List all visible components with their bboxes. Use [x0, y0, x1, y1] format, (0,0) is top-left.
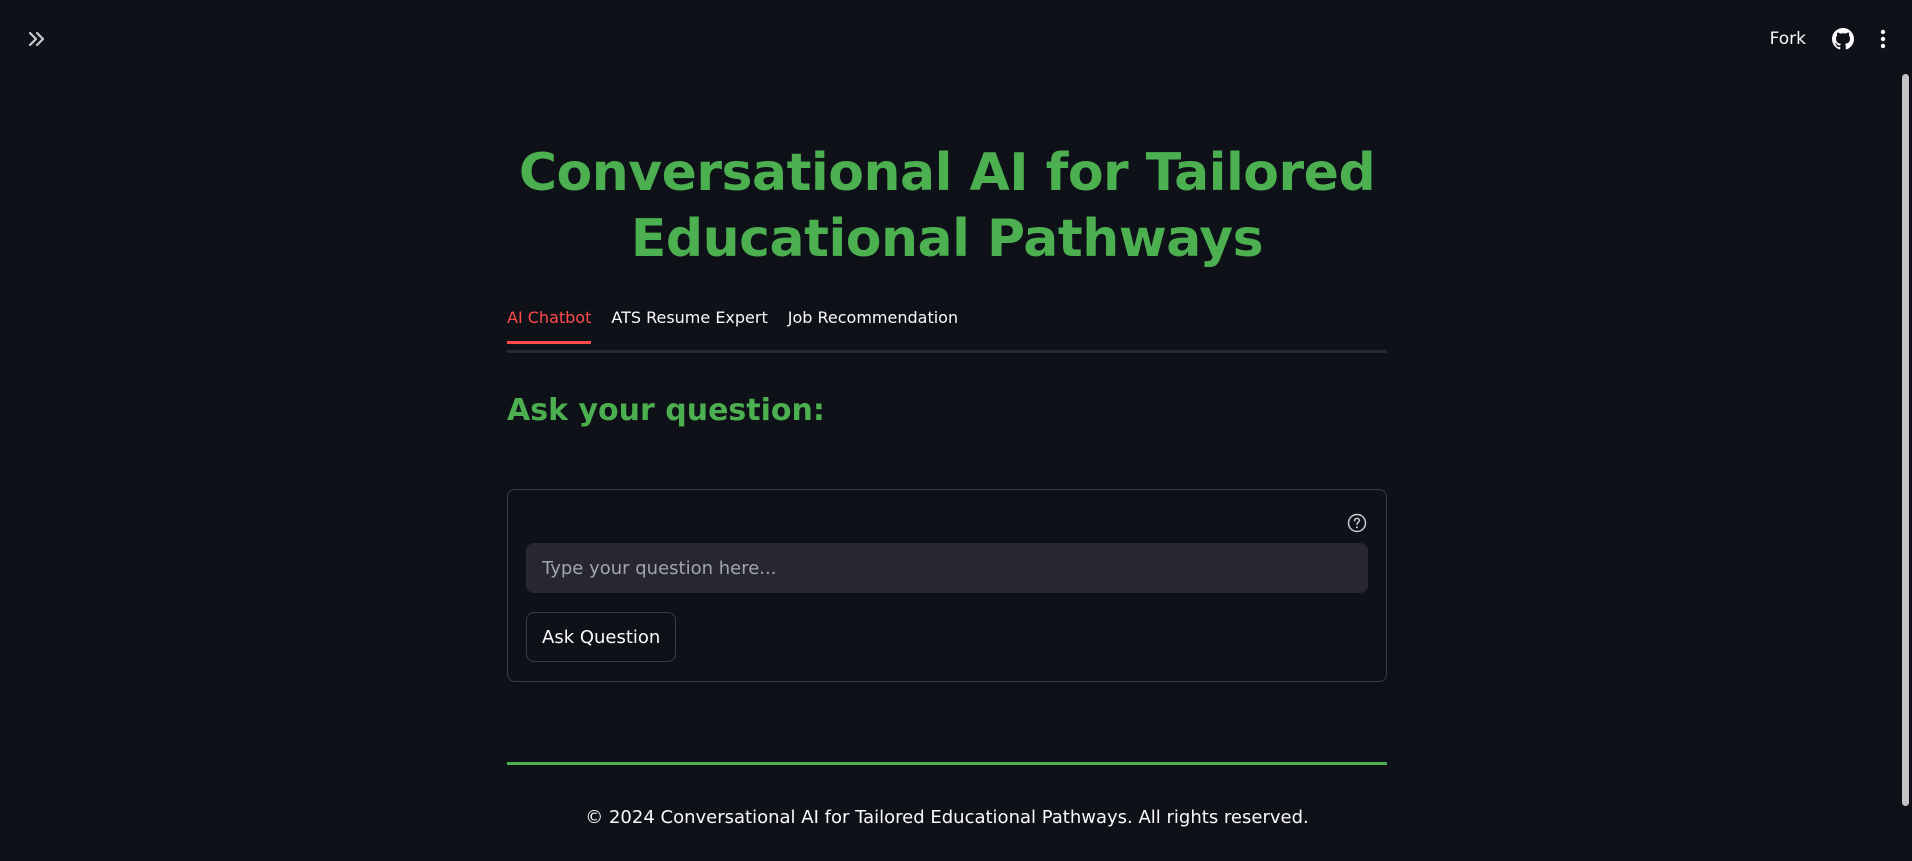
section-heading: Ask your question:	[507, 393, 825, 428]
tab-ats-resume-expert[interactable]: ATS Resume Expert	[611, 308, 767, 341]
chevron-double-right-icon	[28, 31, 45, 47]
question-circle-icon	[1347, 513, 1367, 533]
expand-sidebar-button[interactable]	[22, 24, 52, 54]
tab-job-recommendation[interactable]: Job Recommendation	[788, 308, 958, 341]
question-input[interactable]	[526, 543, 1368, 593]
tab-ai-chatbot[interactable]: AI Chatbot	[507, 308, 592, 344]
toolbar-actions: Fork	[1770, 24, 1886, 54]
app-window: Fork Conversational AI for Tailored Educ…	[0, 0, 1912, 861]
tab-bar: AI Chatbot ATS Resume Expert Job Recomme…	[507, 308, 1387, 353]
main-menu-button[interactable]	[1880, 29, 1886, 49]
footer-copyright: © 2024 Conversational AI for Tailored Ed…	[585, 807, 1309, 828]
page-scrollbar[interactable]	[1898, 0, 1912, 861]
github-icon	[1832, 28, 1854, 50]
footer-divider	[507, 762, 1387, 765]
scrollbar-thumb[interactable]	[1902, 74, 1909, 806]
ask-question-button[interactable]: Ask Question	[526, 612, 677, 662]
kebab-menu-icon	[1880, 29, 1886, 49]
page-title: Conversational AI for Tailored Education…	[518, 143, 1376, 269]
github-button[interactable]	[1832, 28, 1854, 50]
question-form: Ask Question	[507, 489, 1387, 682]
fork-link[interactable]: Fork	[1770, 29, 1806, 49]
main-content: Conversational AI for Tailored Education…	[507, 140, 1387, 828]
help-tooltip-button[interactable]	[1346, 512, 1368, 534]
